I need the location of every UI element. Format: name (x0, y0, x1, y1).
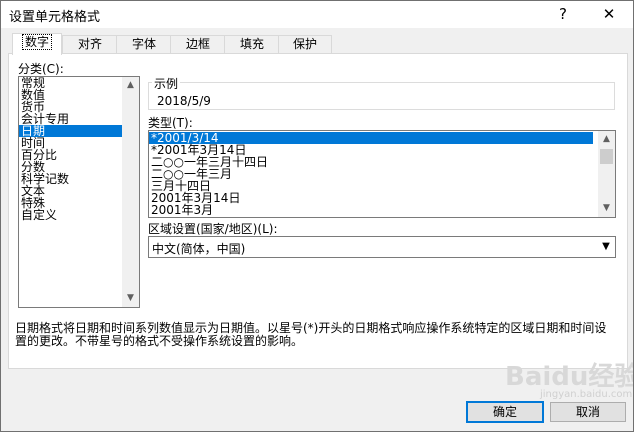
dialog-title: 设置单元格格式 (9, 10, 101, 25)
scroll-up-icon[interactable]: ▲ (122, 77, 139, 94)
tab-protection[interactable]: 保护 (278, 35, 332, 54)
chevron-down-icon[interactable]: ▼ (597, 237, 615, 257)
scroll-thumb[interactable] (600, 149, 613, 164)
type-items: *2001/3/14 *2001年3月14日 二○○一年三月十四日 二○○一年三… (149, 131, 615, 216)
cancel-button[interactable]: 取消 (550, 402, 626, 422)
category-scrollbar[interactable]: ▲ ▼ (122, 77, 139, 307)
scroll-up-icon[interactable]: ▲ (598, 131, 615, 148)
help-button[interactable]: ? (548, 3, 578, 25)
category-label: 分类(C): (18, 62, 64, 76)
tab-font[interactable]: 字体 (116, 35, 172, 54)
type-item[interactable]: 2001年3月 (149, 204, 615, 216)
category-items: 常规 数值 货币 会计专用 日期 时间 百分比 分数 科学记数 文本 特殊 自定… (19, 77, 139, 221)
format-description: 日期格式将日期和时间系列数值显示为日期值。以星号(*)开头的日期格式响应操作系统… (15, 321, 607, 348)
locale-dropdown[interactable]: 中文(简体，中国) ▼ (148, 236, 616, 258)
tab-number[interactable]: 数字 (12, 33, 62, 55)
type-list[interactable]: *2001/3/14 *2001年3月14日 二○○一年三月十四日 二○○一年三… (148, 130, 616, 218)
type-scrollbar[interactable]: ▲ ▼ (598, 131, 615, 217)
locale-label: 区域设置(国家/地区)(L): (148, 222, 278, 236)
sample-label: 示例 (152, 75, 181, 92)
locale-value: 中文(简体，中国) (152, 242, 246, 256)
tab-fill[interactable]: 填充 (224, 35, 280, 54)
category-list[interactable]: 常规 数值 货币 会计专用 日期 时间 百分比 分数 科学记数 文本 特殊 自定… (18, 76, 140, 308)
ok-button[interactable]: 确定 (466, 401, 544, 423)
sample-box (148, 82, 615, 110)
baidu-watermark-url: jingyan.baidu.com (540, 389, 633, 400)
sample-value: 2018/5/9 (157, 94, 211, 108)
tab-border[interactable]: 边框 (170, 35, 226, 54)
tab-label: 数字 (21, 34, 52, 50)
tab-alignment[interactable]: 对齐 (62, 35, 118, 54)
type-item[interactable]: 二○○一年三月 (149, 168, 615, 180)
scroll-down-icon[interactable]: ▼ (122, 290, 139, 307)
baidu-watermark: Baidu经验 (505, 362, 634, 392)
type-label: 类型(T): (148, 116, 193, 130)
close-button[interactable]: ✕ (594, 3, 624, 25)
category-item-custom[interactable]: 自定义 (19, 209, 139, 221)
type-item[interactable]: 2001年3月14日 (149, 192, 615, 204)
scroll-down-icon[interactable]: ▼ (598, 200, 615, 217)
